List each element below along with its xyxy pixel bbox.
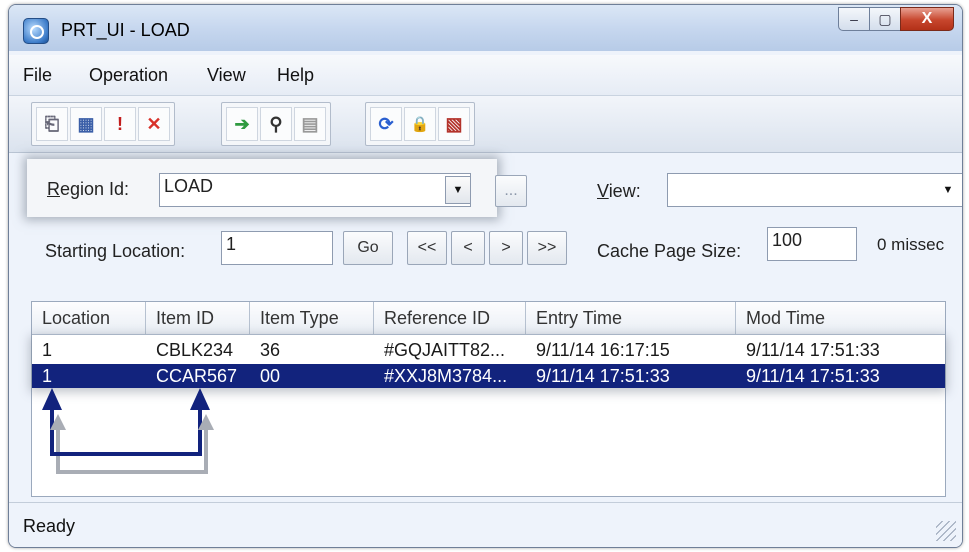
previous-page-button[interactable]: < xyxy=(451,231,485,265)
toolbar-group-nav: ➔ ⚲ ▤ xyxy=(221,102,331,146)
app-globe-icon[interactable] xyxy=(23,18,49,44)
menu-operation[interactable]: Operation xyxy=(89,65,168,86)
menu-bar: File Operation View Help xyxy=(9,55,962,96)
cache-page-size-label: Cache Page Size: xyxy=(597,241,742,261)
cache-page-size-input[interactable]: 100 xyxy=(767,227,857,261)
region-browse-button[interactable]: ... xyxy=(495,175,527,207)
maximize-button[interactable]: ▢ xyxy=(869,7,901,31)
link-annotation xyxy=(42,388,214,474)
forward-arrow-icon[interactable]: ➔ xyxy=(226,107,258,141)
items-table[interactable]: Location Item ID Item Type Reference ID … xyxy=(31,301,946,497)
annotation-shadow-path xyxy=(56,422,208,474)
starting-location-input[interactable]: 1 xyxy=(221,231,333,265)
status-text: Ready xyxy=(23,516,76,536)
toolbar-group-actions: ⟳ 🔒 ▧ xyxy=(365,102,475,146)
view-dropdown-arrow-icon[interactable]: ▼ xyxy=(935,176,961,204)
arrow-up-item-id-icon xyxy=(190,388,210,410)
binoculars-find-icon[interactable]: ⚲ xyxy=(260,107,292,141)
toolbar-group-edit: ⎗ ▦ ! ✕ xyxy=(31,102,175,146)
filter-panel: Region Id: LOAD ▼ ... View: ▼ Starting L… xyxy=(21,155,962,293)
calendar-icon[interactable]: ▦ xyxy=(70,107,102,141)
toolbar: ⎗ ▦ ! ✕ ➔ ⚲ ▤ ⟳ 🔒 ▧ xyxy=(9,96,962,153)
window-title: PRT_UI - LOAD xyxy=(61,20,190,40)
go-button[interactable]: Go xyxy=(343,231,393,265)
title-bar[interactable]: PRT_UI - LOAD – ▢ X xyxy=(9,5,962,51)
clear-icon[interactable]: ▧ xyxy=(438,107,470,141)
close-button[interactable]: X xyxy=(900,7,954,31)
missed-count-label: 0 missec xyxy=(877,235,945,254)
refresh-icon[interactable]: ⟳ xyxy=(370,107,402,141)
region-dropdown-arrow-icon[interactable]: ▼ xyxy=(445,176,471,204)
delete-icon[interactable]: ✕ xyxy=(138,107,170,141)
caption-buttons: – ▢ X xyxy=(838,7,954,31)
next-page-button[interactable]: > xyxy=(489,231,523,265)
region-id-label: Region Id: xyxy=(47,179,130,199)
find-next-icon[interactable]: ▤ xyxy=(294,107,326,141)
app-window: PRT_UI - LOAD – ▢ X File Operation View … xyxy=(8,4,963,548)
lock-icon[interactable]: 🔒 xyxy=(404,107,436,141)
region-id-combo[interactable]: LOAD xyxy=(159,173,471,207)
menu-help[interactable]: Help xyxy=(277,65,314,86)
alert-icon[interactable]: ! xyxy=(104,107,136,141)
menu-file[interactable]: File xyxy=(23,65,52,86)
view-combo[interactable] xyxy=(667,173,962,207)
arrow-up-location-icon xyxy=(42,388,62,410)
view-label: View: xyxy=(597,181,641,201)
annotation-connector-path xyxy=(50,402,202,456)
starting-location-label: Starting Location: xyxy=(45,241,186,261)
resize-grip-icon[interactable] xyxy=(936,521,956,541)
minimize-button[interactable]: – xyxy=(838,7,870,31)
menu-view[interactable]: View xyxy=(207,65,246,86)
status-bar: Ready xyxy=(9,502,962,547)
first-page-button[interactable]: << xyxy=(407,231,447,265)
new-record-icon[interactable]: ⎗ xyxy=(36,107,68,141)
last-page-button[interactable]: >> xyxy=(527,231,567,265)
